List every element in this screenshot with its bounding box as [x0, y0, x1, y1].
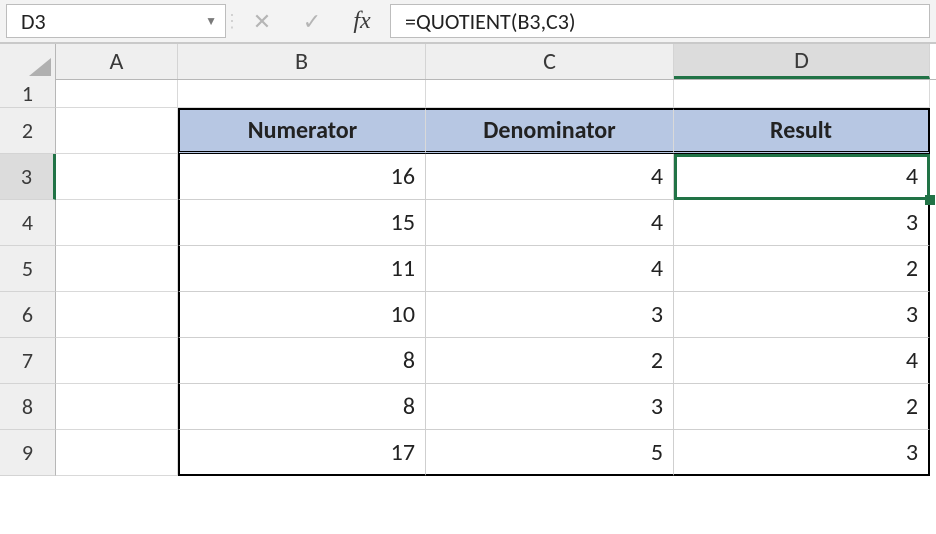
header-numerator[interactable]: Numerator: [178, 108, 426, 154]
enter-icon[interactable]: ✓: [298, 7, 326, 35]
cell-B7[interactable]: 8: [178, 338, 426, 384]
cell-C5[interactable]: 4: [426, 246, 674, 292]
formula-text: =QUOTIENT(B3,C3): [405, 8, 576, 35]
cell-C9[interactable]: 5: [426, 430, 674, 476]
row-header-9[interactable]: 9: [0, 430, 56, 476]
cell-D6[interactable]: 3: [674, 292, 930, 338]
column-headers: A B C D: [0, 44, 936, 80]
cell-C1[interactable]: [426, 80, 674, 108]
spreadsheet-grid: A B C D 1 2 Numerator Denominator Result…: [0, 44, 936, 476]
cell-A3[interactable]: [56, 154, 178, 200]
cell-D1[interactable]: [674, 80, 930, 108]
row-header-2[interactable]: 2: [0, 108, 56, 154]
row-1: 1: [0, 80, 936, 108]
cell-C4[interactable]: 4: [426, 200, 674, 246]
cell-D5[interactable]: 2: [674, 246, 930, 292]
row-9: 9 17 5 3: [0, 430, 936, 476]
cell-B8[interactable]: 8: [178, 384, 426, 430]
row-header-3[interactable]: 3: [0, 154, 56, 200]
col-header-B[interactable]: B: [178, 44, 426, 79]
cell-C3[interactable]: 4: [426, 154, 674, 200]
cell-A9[interactable]: [56, 430, 178, 476]
cancel-icon[interactable]: ✕: [248, 7, 276, 35]
formula-bar-buttons: ✕ ✓ fx: [238, 0, 386, 42]
header-result[interactable]: Result: [674, 108, 930, 154]
col-header-D[interactable]: D: [674, 44, 930, 79]
cell-A1[interactable]: [56, 80, 178, 108]
formula-bar: D3 ▼ ⋮ ✕ ✓ fx =QUOTIENT(B3,C3): [0, 0, 936, 44]
cell-A7[interactable]: [56, 338, 178, 384]
row-5: 5 11 4 2: [0, 246, 936, 292]
row-4: 4 15 4 3: [0, 200, 936, 246]
row-header-4[interactable]: 4: [0, 200, 56, 246]
cell-B3[interactable]: 16: [178, 154, 426, 200]
chevron-down-icon[interactable]: ▼: [205, 14, 217, 29]
cell-D7[interactable]: 4: [674, 338, 930, 384]
cell-C6[interactable]: 3: [426, 292, 674, 338]
cell-A8[interactable]: [56, 384, 178, 430]
row-header-8[interactable]: 8: [0, 384, 56, 430]
cell-B9[interactable]: 17: [178, 430, 426, 476]
row-7: 7 8 2 4: [0, 338, 936, 384]
row-header-1[interactable]: 1: [0, 80, 56, 108]
select-all-triangle[interactable]: [0, 44, 56, 80]
cell-D3[interactable]: 4: [674, 154, 930, 200]
header-denominator[interactable]: Denominator: [426, 108, 674, 154]
cell-B5[interactable]: 11: [178, 246, 426, 292]
row-8: 8 8 3 2: [0, 384, 936, 430]
name-box[interactable]: D3 ▼: [6, 4, 226, 38]
divider: ⋮: [226, 0, 238, 42]
row-6: 6 10 3 3: [0, 292, 936, 338]
col-header-A[interactable]: A: [56, 44, 178, 79]
row-3: 3 16 4 4: [0, 154, 936, 200]
cell-C7[interactable]: 2: [426, 338, 674, 384]
cell-A4[interactable]: [56, 200, 178, 246]
cell-A2[interactable]: [56, 108, 178, 154]
cell-D9[interactable]: 3: [674, 430, 930, 476]
row-header-6[interactable]: 6: [0, 292, 56, 338]
name-box-value: D3: [21, 8, 205, 35]
rows: 1 2 Numerator Denominator Result 3 16 4 …: [0, 80, 936, 476]
row-header-7[interactable]: 7: [0, 338, 56, 384]
cell-D8[interactable]: 2: [674, 384, 930, 430]
cell-B6[interactable]: 10: [178, 292, 426, 338]
formula-input[interactable]: =QUOTIENT(B3,C3): [390, 4, 930, 38]
cell-A6[interactable]: [56, 292, 178, 338]
col-header-C[interactable]: C: [426, 44, 674, 79]
cell-A5[interactable]: [56, 246, 178, 292]
cell-B1[interactable]: [178, 80, 426, 108]
cell-D4[interactable]: 3: [674, 200, 930, 246]
row-header-5[interactable]: 5: [0, 246, 56, 292]
row-2: 2 Numerator Denominator Result: [0, 108, 936, 154]
cell-C8[interactable]: 3: [426, 384, 674, 430]
cell-B4[interactable]: 15: [178, 200, 426, 246]
insert-function-icon[interactable]: fx: [348, 7, 376, 35]
